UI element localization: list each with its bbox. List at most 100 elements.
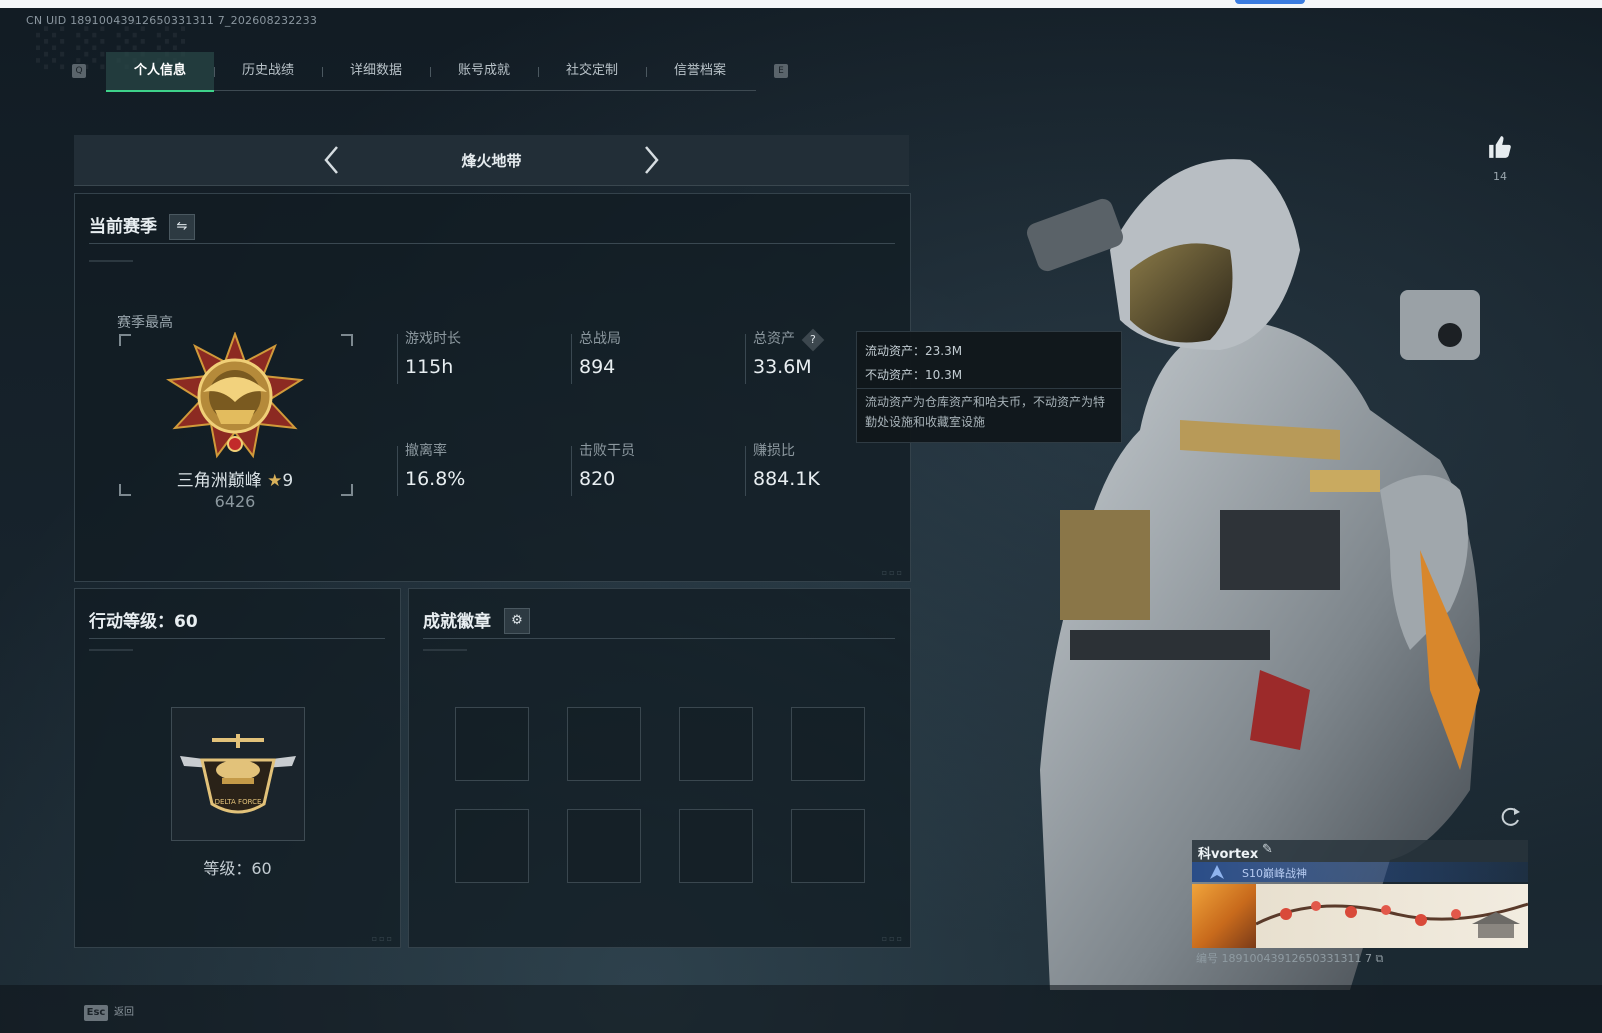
stat-playtime: 游戏时长 115h: [405, 328, 461, 378]
stat-label-text: 总资产: [753, 331, 795, 347]
mode-next-button[interactable]: [636, 143, 666, 177]
stat-label: 总资产 ?: [753, 328, 825, 352]
stat-extract-rate: 撤离率 16.8%: [405, 440, 465, 490]
player-name: 科vortex: [1198, 843, 1258, 862]
like-count: 14: [1493, 170, 1507, 183]
stat-value: 820: [579, 468, 616, 490]
tab-reputation[interactable]: 信誉档案: [646, 52, 754, 90]
stat-value: 16.8%: [405, 468, 466, 490]
tooltip-fixed-assets: 不动资产：10.3M: [865, 368, 963, 382]
badge-slot[interactable]: [567, 809, 641, 883]
player-avatar: [1192, 884, 1256, 948]
bracket-bl: [119, 484, 131, 496]
help-icon[interactable]: ?: [802, 328, 825, 352]
stat-kills: 击败干员 820: [579, 440, 635, 490]
tab-history[interactable]: 历史战绩: [214, 52, 322, 90]
stat-total-matches: 总战局 894: [579, 328, 621, 378]
player-namecard[interactable]: 科vortex ✎ S10巅峰战神 编号 1891004391265033131…: [1192, 840, 1528, 970]
star-icon: ★: [267, 471, 283, 491]
bracket-br: [341, 484, 353, 496]
badges-panel-title: 成就徽章: [423, 612, 491, 632]
rank-wing-icon: [1210, 865, 1224, 879]
panel-subline: [89, 260, 133, 262]
level-emblem-frame: DELTA FORCE: [171, 707, 305, 841]
player-id-text: 编号 18910043912650331311 7: [1196, 952, 1372, 965]
rank-emblem-icon: [166, 332, 304, 459]
season-switch-button[interactable]: ⇋: [169, 214, 195, 240]
level-panel: 行动等级：60 DELTA FORCE 等级：60 ▫▫▫: [74, 588, 401, 948]
tab-next-key[interactable]: E: [774, 64, 788, 78]
uid-line: CN UID 18910043912650331311 7_2026082322…: [26, 14, 318, 27]
panel-corner-dots: ▫▫▫: [881, 934, 904, 943]
thumbs-up-icon: [1489, 136, 1511, 158]
rank-stars: 9: [282, 471, 294, 491]
badge-slot[interactable]: [791, 809, 865, 883]
panel-divider: [423, 638, 895, 639]
stat-value: 115h: [405, 356, 454, 378]
stat-label: 击败干员: [579, 443, 635, 459]
panel-corner-dots: ▫▫▫: [881, 568, 904, 577]
stat-value: 894: [579, 356, 616, 378]
level-panel-title: 行动等级：60: [89, 612, 198, 632]
badges-settings-button[interactable]: ⚙: [504, 608, 530, 634]
help-glyph: ?: [810, 333, 817, 346]
mode-title: 烽火地带: [461, 152, 522, 170]
stat-separator: [745, 446, 746, 496]
tab-detailed-data[interactable]: 详细数据: [322, 52, 430, 90]
copy-icon[interactable]: ⧉: [1375, 952, 1383, 965]
tab-prev-key[interactable]: Q: [72, 64, 86, 78]
tab-personal-info[interactable]: 个人信息: [106, 52, 214, 92]
badge-slot[interactable]: [455, 707, 529, 781]
helicopter-emblem-icon: DELTA FORCE: [180, 734, 296, 814]
like-button[interactable]: 14: [1486, 134, 1514, 183]
tooltip-liquid-assets: 流动资产：23.3M: [865, 344, 963, 358]
stat-total-assets: 总资产 ? 33.6M: [753, 328, 825, 378]
badge-slot[interactable]: [679, 809, 753, 883]
emblem-text: DELTA FORCE: [215, 798, 262, 806]
mode-selector: 烽火地带: [74, 135, 909, 186]
stat-value: 33.6M: [753, 356, 812, 378]
rank-score: 6426: [214, 492, 256, 511]
badges-panel: 成就徽章 ⚙ ▫▫▫: [408, 588, 911, 948]
stat-label: 撤离率: [405, 443, 447, 459]
bracket-tl: [119, 334, 131, 346]
top-strip: [0, 0, 1602, 8]
stat-value: 884.1K: [753, 468, 820, 490]
back-label: 返回: [114, 1007, 134, 1018]
stat-separator: [397, 446, 398, 496]
namecard-header: 科vortex ✎: [1192, 840, 1528, 862]
badge-slot[interactable]: [567, 707, 641, 781]
tabs: 个人信息 历史战绩 详细数据 账号成就 社交定制 信誉档案: [106, 52, 756, 92]
bottom-bar: [0, 985, 1602, 1033]
stat-label: 赚损比: [753, 443, 795, 459]
tab-achievements[interactable]: 账号成就: [430, 52, 538, 90]
badge-slot[interactable]: [679, 707, 753, 781]
panel-divider: [89, 638, 385, 639]
tab-bar: Q 个人信息 历史战绩 详细数据 账号成就 社交定制 信誉档案 E: [68, 52, 788, 92]
esc-key: Esc: [84, 1005, 108, 1021]
rank-name-text: 三角洲巅峰: [176, 471, 262, 491]
season-panel-title: 当前赛季: [89, 217, 157, 237]
tab-social[interactable]: 社交定制: [538, 52, 646, 90]
stat-separator: [571, 446, 572, 496]
namecard-title-bar: S10巅峰战神: [1192, 862, 1528, 882]
rank-name: 三角洲巅峰 ★9: [135, 466, 335, 491]
player-name-prefix: 科: [1198, 847, 1212, 862]
swap-icon: ⇋: [176, 219, 188, 234]
stat-separator: [745, 334, 746, 384]
badge-slot[interactable]: [791, 707, 865, 781]
back-button[interactable]: Esc 返回: [84, 1000, 134, 1021]
namecard-banner: [1256, 884, 1528, 948]
stat-separator: [397, 334, 398, 384]
season-best-label: 赛季最高: [117, 315, 173, 331]
rotate-icon[interactable]: [1500, 806, 1522, 828]
top-indicator: [1235, 0, 1305, 4]
stat-label: 游戏时长: [405, 331, 461, 347]
gear-icon: ⚙: [511, 613, 523, 628]
panel-divider: [89, 243, 895, 244]
stat-profit-ratio: 赚损比 884.1K: [753, 440, 820, 490]
badge-slot[interactable]: [455, 809, 529, 883]
chevron-right-icon: [645, 146, 659, 174]
edit-name-icon[interactable]: ✎: [1262, 842, 1273, 857]
panel-subline: [423, 649, 467, 651]
